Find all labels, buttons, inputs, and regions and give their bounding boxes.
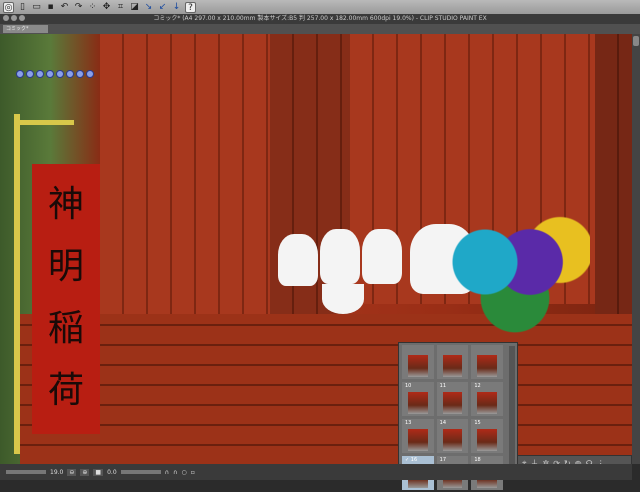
- thumbnail-image: [442, 429, 463, 451]
- crop-icon[interactable]: ⌗: [115, 2, 126, 13]
- rotate-right-icon[interactable]: ∩: [173, 469, 177, 476]
- thumbnail-image: [408, 355, 428, 377]
- thumbnail-number: 15: [474, 420, 481, 426]
- thumbnail-number: 12: [474, 383, 481, 389]
- fill-icon[interactable]: ◪: [129, 2, 140, 13]
- thumbnail-image: [477, 392, 497, 414]
- thumbnail-image: [408, 392, 428, 414]
- ruler-snap-icon[interactable]: ↘: [143, 2, 154, 13]
- banner-crossbar: [14, 120, 74, 125]
- minimize-icon[interactable]: [11, 15, 17, 21]
- offering-bowl: [322, 284, 364, 314]
- camera-move-icon[interactable]: [36, 70, 44, 78]
- special-ruler-icon[interactable]: ↙: [157, 2, 168, 13]
- rotation-slider[interactable]: [120, 470, 161, 474]
- object-rotate-icon[interactable]: [56, 70, 64, 78]
- banner-char: 稲: [47, 308, 84, 349]
- 3d-camera-controls: [16, 70, 94, 78]
- material-preset-panel: 10 11 12 13 14 15 ✓ 16 17 18: [398, 342, 518, 490]
- object-move-icon[interactable]: [46, 70, 54, 78]
- fox-statue: [320, 229, 360, 284]
- thumbnail-image: [408, 429, 428, 451]
- thumbnail-number: 11: [439, 383, 447, 389]
- banner-char: 神: [47, 184, 84, 225]
- thumbnail-image: [477, 429, 497, 451]
- material-thumbnail[interactable]: 10: [402, 382, 434, 416]
- thumbnail-number: 18: [474, 457, 481, 463]
- fox-statue: [278, 234, 318, 286]
- material-thumbnail[interactable]: 11: [436, 382, 469, 416]
- open-file-icon[interactable]: ▭: [31, 2, 42, 13]
- grid-snap-icon[interactable]: ↓: [171, 2, 182, 13]
- redo-icon[interactable]: ↷: [73, 2, 84, 13]
- material-thumbnail[interactable]: [436, 345, 469, 379]
- canvas-3d-scene[interactable]: 神 明 稲 荷: [0, 34, 632, 464]
- fox-statue: [362, 229, 402, 284]
- object-rotate-x-icon[interactable]: [66, 70, 74, 78]
- flip-icon[interactable]: ▫: [191, 469, 195, 476]
- maximize-icon[interactable]: [19, 15, 25, 21]
- thumbnail-number: 17: [439, 457, 447, 463]
- new-file-icon[interactable]: ▯: [17, 2, 28, 13]
- help-icon[interactable]: ?: [185, 1, 196, 13]
- close-icon[interactable]: [3, 15, 9, 21]
- panel-scrollbar[interactable]: [509, 346, 515, 466]
- object-scale-icon[interactable]: [86, 70, 94, 78]
- status-bar: 19.0 ⊖ ⊕ ■ 0.0 ∩ ∩ ○ ▫: [0, 464, 632, 480]
- thumbnail-image: [442, 392, 463, 414]
- material-thumbnail[interactable]: 13: [402, 419, 434, 453]
- banner-char: 荷: [47, 370, 84, 411]
- thumbnail-image: [477, 355, 497, 377]
- clip-studio-icon[interactable]: ◎: [3, 1, 14, 13]
- paper-cranes: [440, 214, 590, 334]
- tab-comic[interactable]: コミック*: [3, 25, 48, 33]
- shrine-floor: [20, 314, 632, 464]
- save-icon[interactable]: ▪: [45, 2, 56, 13]
- material-thumbnail[interactable]: 15: [471, 419, 503, 453]
- material-thumbnail[interactable]: [402, 345, 434, 379]
- camera-pan-icon[interactable]: [26, 70, 34, 78]
- main-toolbar: ◎ ▯ ▭ ▪ ↶ ↷ ⁘ ✥ ⌗ ◪ ↘ ↙ ↓ ?: [0, 0, 640, 14]
- object-rotate-y-icon[interactable]: [76, 70, 84, 78]
- scroll-thumb[interactable]: [633, 36, 639, 46]
- material-thumbnail[interactable]: 12: [471, 382, 503, 416]
- zoom-value[interactable]: 19.0: [50, 469, 63, 476]
- thumbnail-number: ✓ 16: [405, 457, 418, 463]
- undo-icon[interactable]: ↶: [59, 2, 70, 13]
- banner-char: 明: [47, 246, 84, 287]
- camera-rotate-icon[interactable]: [16, 70, 24, 78]
- angle-value[interactable]: 0.0: [107, 469, 117, 476]
- nobori-banner: 神 明 稲 荷: [32, 164, 100, 434]
- window-title-bar: コミック* (A4 297.00 x 210.00mm 製本サイズ:B5 判 2…: [0, 14, 640, 24]
- zoom-out-icon[interactable]: ⊖: [67, 468, 77, 476]
- shrine-wall-left: [100, 34, 270, 334]
- window-title: コミック* (A4 297.00 x 210.00mm 製本サイズ:B5 判 2…: [153, 15, 487, 22]
- thumbnail-number: 14: [439, 420, 447, 426]
- thumbnail-image: [442, 355, 463, 377]
- vertical-scrollbar[interactable]: [632, 34, 640, 464]
- zoom-in-icon[interactable]: ⊕: [80, 468, 90, 476]
- tab-row: コミック*: [0, 24, 640, 34]
- fit-icon[interactable]: ■: [93, 468, 104, 476]
- zoom-slider[interactable]: [6, 470, 46, 474]
- reset-rotation-icon[interactable]: ○: [181, 469, 186, 476]
- selection-icon[interactable]: ⁘: [87, 2, 98, 13]
- material-thumbnail[interactable]: [471, 345, 503, 379]
- thumbnail-number: 10: [405, 383, 412, 389]
- thumbnail-number: 13: [405, 420, 412, 426]
- banner-pole: [14, 114, 20, 454]
- transform-icon[interactable]: ✥: [101, 2, 112, 13]
- material-thumbnail[interactable]: 14: [436, 419, 469, 453]
- rotate-left-icon[interactable]: ∩: [165, 469, 169, 476]
